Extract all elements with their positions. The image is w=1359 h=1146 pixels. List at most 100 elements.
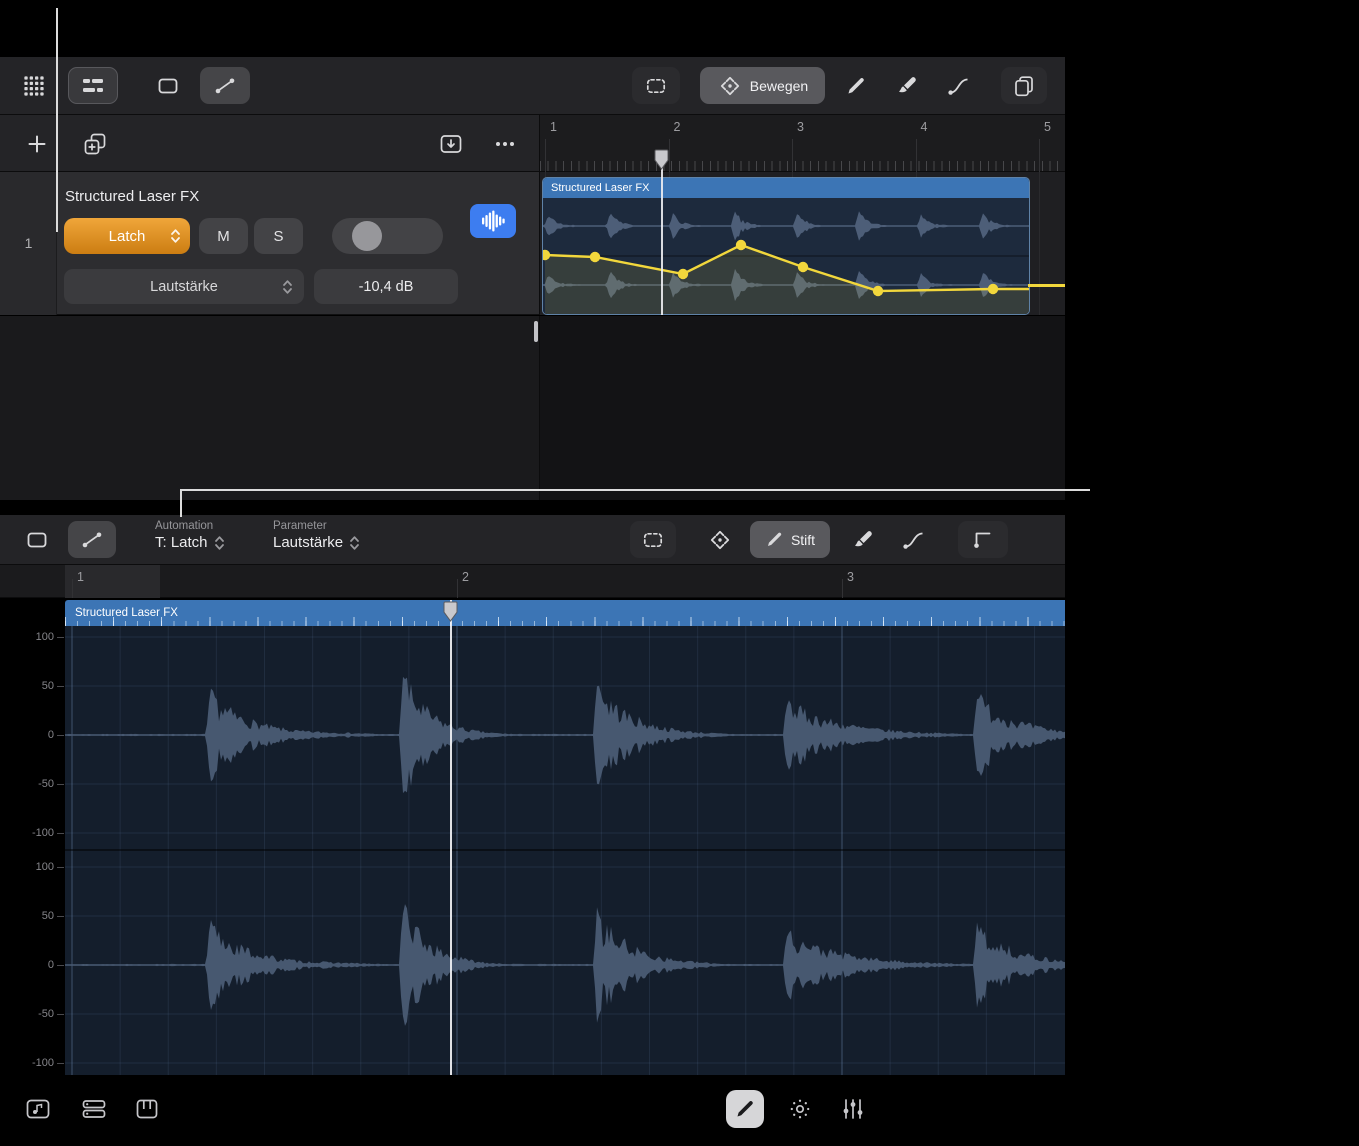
editor-marquee-tool-button[interactable] xyxy=(630,521,676,558)
hide-panel-button[interactable] xyxy=(434,131,468,157)
automation-label: Automation xyxy=(155,520,225,532)
axis-tick xyxy=(57,735,64,736)
marquee-icon xyxy=(641,528,665,552)
parameter-label: Lautstärke xyxy=(150,279,218,295)
bar-gridline xyxy=(545,139,546,172)
axis-label: 50 xyxy=(12,680,54,692)
playhead-line[interactable] xyxy=(661,152,663,315)
editor-playhead-handle[interactable] xyxy=(443,601,458,627)
track-number: 1 xyxy=(0,235,57,251)
axis-label: -100 xyxy=(12,1057,54,1069)
bar-gridline xyxy=(916,139,917,172)
audio-region[interactable]: Structured Laser FX xyxy=(542,177,1030,315)
pencil-tool-button[interactable] xyxy=(834,68,878,104)
automation-mode-value: T: Latch xyxy=(155,534,208,551)
bar-gridline xyxy=(1039,172,1040,315)
grid-view-button[interactable] xyxy=(12,68,56,104)
marquee-icon xyxy=(644,74,668,98)
editor-curve-tool-button[interactable] xyxy=(890,522,938,558)
automation-curve-icon xyxy=(213,74,237,98)
pencil-icon xyxy=(845,75,867,97)
curve-tool-button[interactable] xyxy=(934,68,984,104)
chevron-updown-icon xyxy=(282,279,293,295)
parameter-value-field[interactable]: -10,4 dB xyxy=(314,269,458,304)
paste-button[interactable] xyxy=(1001,67,1047,104)
duplicate-track-button[interactable] xyxy=(78,128,112,160)
automation-mode-button[interactable]: Latch xyxy=(64,218,190,254)
parameter-value: Lautstärke xyxy=(273,534,343,551)
axis-label: -100 xyxy=(12,827,54,839)
editor-regions-display-button[interactable] xyxy=(16,522,58,558)
editor-brush-tool-button[interactable] xyxy=(840,522,886,558)
add-track-button[interactable] xyxy=(20,129,54,159)
region-header[interactable]: Structured Laser FX xyxy=(543,178,1029,198)
ellipsis-icon xyxy=(492,132,518,156)
bar-gridline xyxy=(1039,139,1040,172)
toggle-knob[interactable] xyxy=(352,221,382,251)
solo-button[interactable]: S xyxy=(254,218,303,254)
parameter-dropdown[interactable]: Lautstärke xyxy=(64,269,304,304)
marquee-tool-button[interactable] xyxy=(632,67,680,104)
tracks-view-button[interactable] xyxy=(68,67,118,104)
track-lane[interactable]: Structured Laser FX xyxy=(540,172,1065,315)
track-on-off-toggle[interactable] xyxy=(332,218,443,254)
region-body[interactable] xyxy=(543,198,1029,314)
automation-editor: 100500-50-100100500-50-100 Structured La… xyxy=(0,598,1065,1075)
parameter-selector[interactable]: Parameter Lautstärke xyxy=(273,520,360,551)
playhead-handle[interactable] xyxy=(654,149,669,175)
track-row[interactable]: 1 Structured Laser FX Latch M S Lautstär… xyxy=(0,172,540,315)
loops-browser-button[interactable] xyxy=(20,1092,56,1126)
automation-tail-line xyxy=(1028,284,1065,287)
mixer-button[interactable] xyxy=(76,1092,112,1126)
dock-bar xyxy=(0,1080,1359,1146)
brush-tool-button[interactable] xyxy=(884,68,930,104)
editor-playhead-line[interactable] xyxy=(450,600,452,1075)
automation-view-button[interactable] xyxy=(200,67,250,104)
more-options-button[interactable] xyxy=(488,131,522,157)
bar-number: 1 xyxy=(550,120,557,134)
download-icon xyxy=(438,132,464,156)
play-surface-button[interactable] xyxy=(130,1092,164,1126)
curve-icon xyxy=(946,74,972,98)
editor-toolbar: Automation T: Latch Parameter Lautstärke… xyxy=(0,515,1065,565)
automation-mode-label: Latch xyxy=(109,228,146,245)
dock-pencil-button[interactable] xyxy=(726,1090,764,1128)
editor-automation-view-button[interactable] xyxy=(68,521,116,558)
mixer-faders-button[interactable] xyxy=(834,1092,872,1126)
track-list-empty-area xyxy=(0,316,540,500)
waveform-zoom-button[interactable] xyxy=(470,204,516,238)
solo-label: S xyxy=(273,228,283,245)
mute-button[interactable]: M xyxy=(199,218,248,254)
automation-mode-selector[interactable]: Automation T: Latch xyxy=(155,520,225,551)
axis-label: -50 xyxy=(12,1008,54,1020)
regions-display-button[interactable] xyxy=(146,68,190,104)
move-tool-button[interactable]: Bewegen xyxy=(700,67,825,104)
chevron-updown-icon xyxy=(170,228,181,244)
region-name: Structured Laser FX xyxy=(551,182,649,194)
editor-ruler[interactable]: 123 xyxy=(0,565,1065,598)
editor-waveform-area[interactable] xyxy=(65,626,1065,1075)
adjust-controls-button[interactable] xyxy=(781,1092,819,1126)
parameter-value: -10,4 dB xyxy=(359,279,414,295)
editor-pencil-tool-button[interactable]: Stift xyxy=(750,521,830,558)
editor-region-header[interactable]: Structured Laser FX xyxy=(65,600,1065,626)
top-ruler[interactable]: 12345 xyxy=(540,115,1065,172)
duplicate-track-icon xyxy=(82,131,108,157)
editor-move-tool-button[interactable] xyxy=(698,522,742,558)
bar-number: 1 xyxy=(77,570,84,584)
adjust-dial-icon xyxy=(787,1096,813,1122)
panel-resize-handle[interactable] xyxy=(534,321,538,342)
axis-tick xyxy=(57,1063,64,1064)
bar-number: 4 xyxy=(921,120,928,134)
automation-curve-svg[interactable] xyxy=(543,198,1029,314)
faders-icon xyxy=(840,1096,866,1122)
bar-gridline xyxy=(792,139,793,172)
axis-label: 100 xyxy=(12,631,54,643)
step-automation-button[interactable] xyxy=(958,521,1008,558)
editor-waveform-svg xyxy=(65,626,1065,1075)
chevron-updown-icon xyxy=(349,535,360,551)
grid-icon xyxy=(23,75,45,97)
automation-curve-icon xyxy=(80,528,104,552)
bar-number: 3 xyxy=(847,570,854,584)
tracks-icon xyxy=(81,74,105,98)
